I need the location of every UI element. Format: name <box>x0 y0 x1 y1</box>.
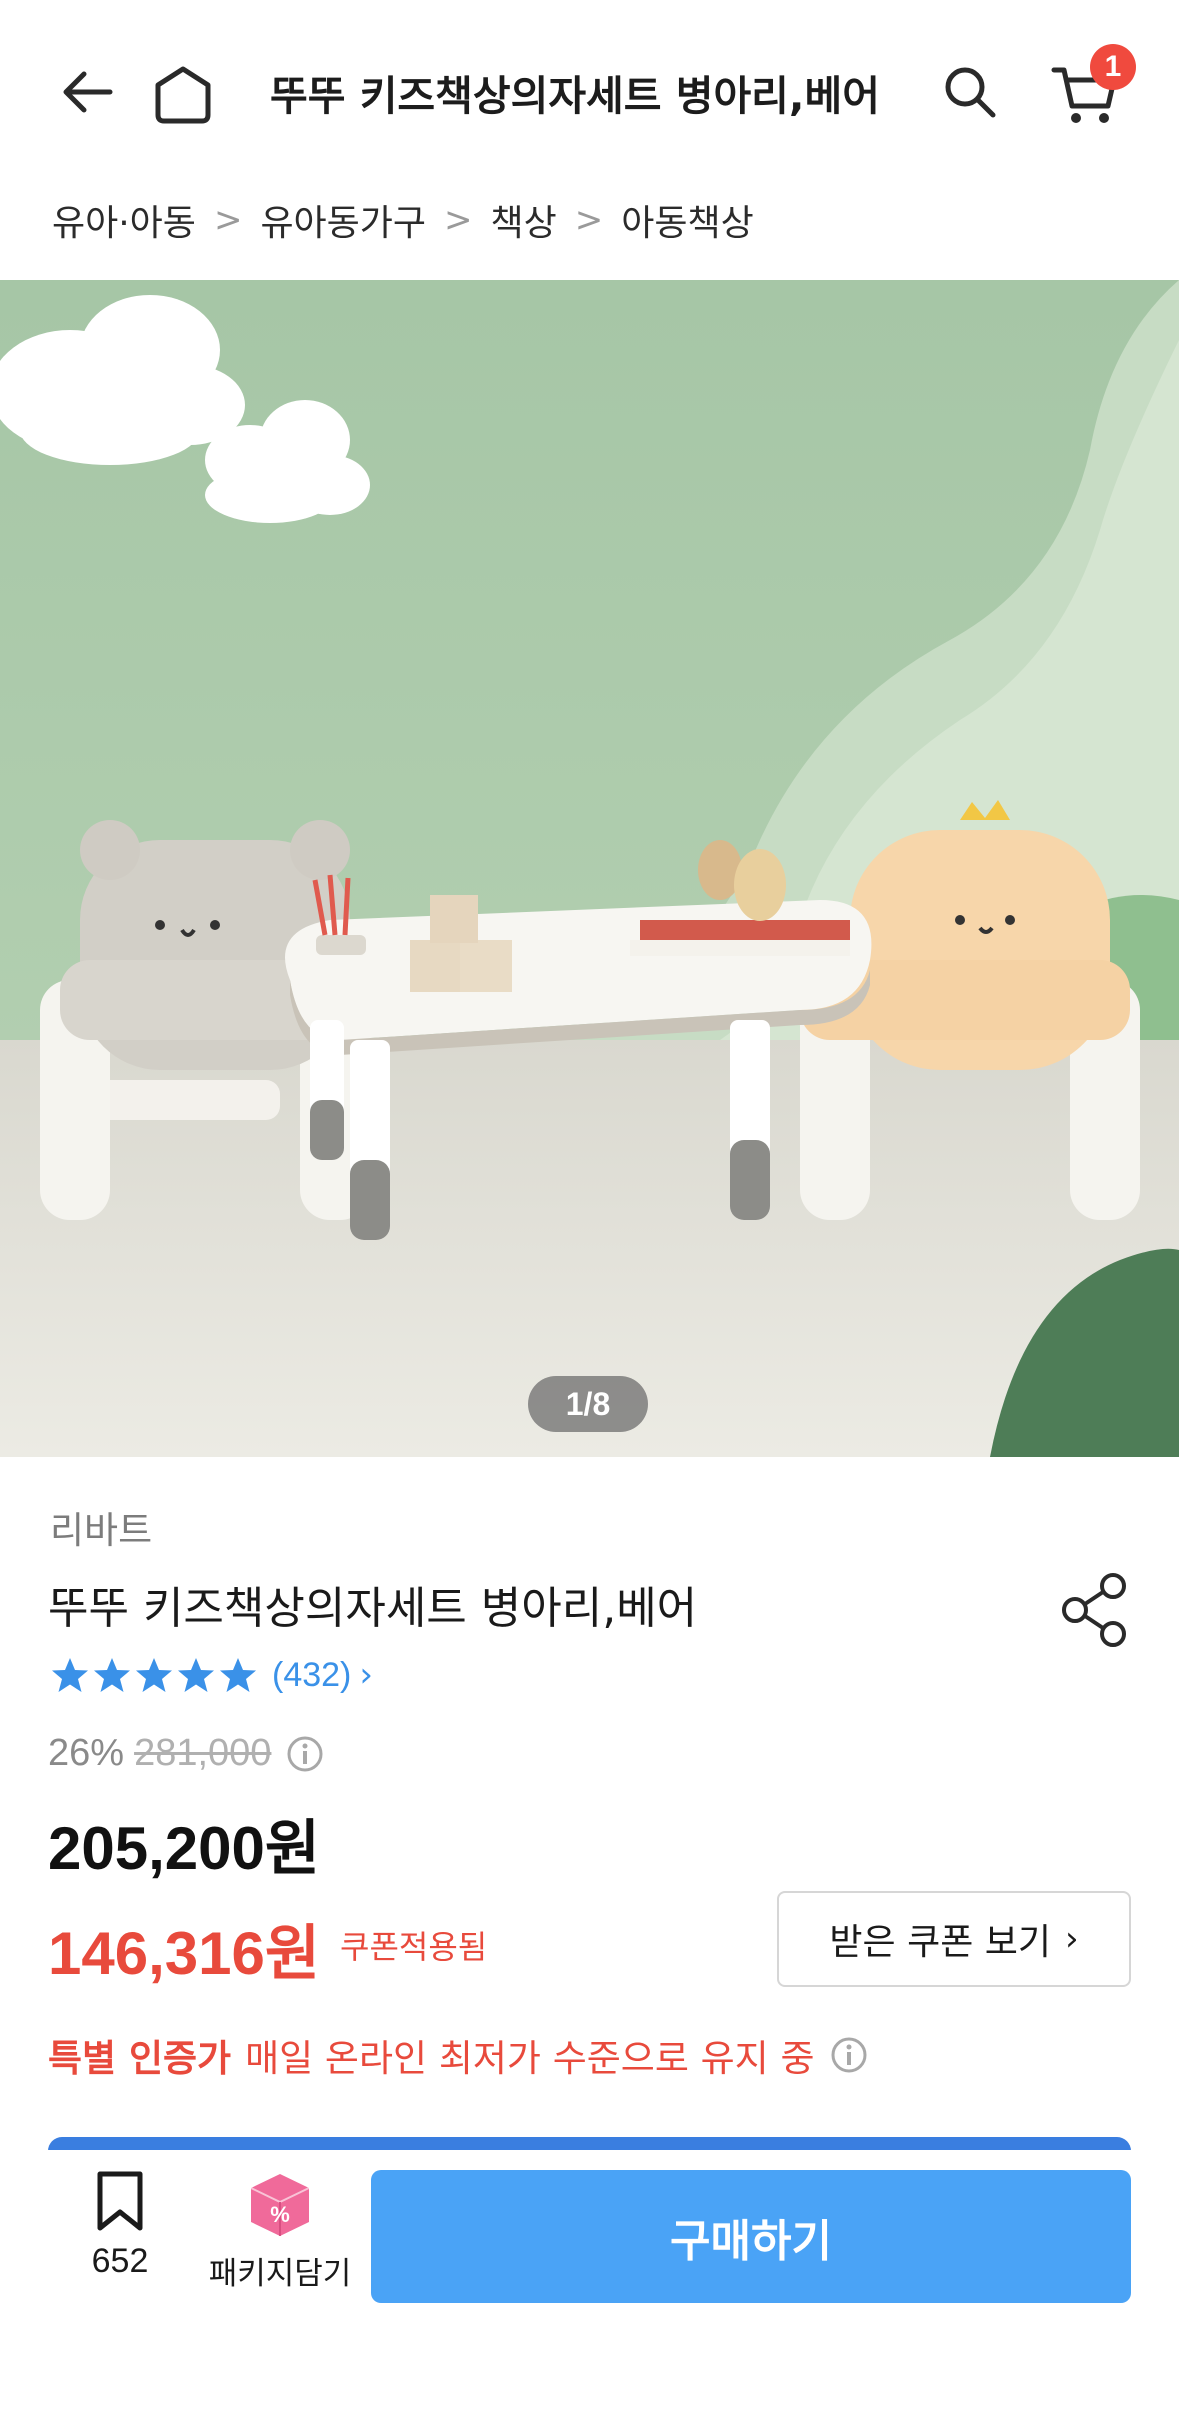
star-rating <box>50 1655 258 1695</box>
home-icon <box>155 66 210 123</box>
special-price-title: 특별 인증가 <box>48 2037 232 2080</box>
product-image-carousel[interactable] <box>0 280 1179 1457</box>
svg-text:%: % <box>270 2202 290 2227</box>
breadcrumb-item[interactable]: 책상 <box>491 194 557 246</box>
chevron-right-icon: › <box>359 1655 373 1695</box>
star-icon <box>178 1658 214 1692</box>
star-icon <box>52 1658 88 1692</box>
buy-button[interactable]: 구매하기 <box>371 2170 1131 2303</box>
package-label: 패키지담기 <box>208 2256 352 2292</box>
breadcrumb-item[interactable]: 유아·아동 <box>52 194 196 246</box>
product-image <box>0 280 1179 1457</box>
sale-price: 205,200원 <box>48 1815 321 1882</box>
info-icon[interactable] <box>829 2035 869 2075</box>
special-price-text: 매일 온라인 최저가 수준으로 유지 중 <box>245 2037 815 2080</box>
star-icon <box>94 1658 130 1692</box>
search-icon <box>945 67 996 118</box>
star-icon <box>220 1658 256 1692</box>
coupon-applied-label: 쿠폰적용됨 <box>340 1928 488 1966</box>
breadcrumb-separator: > <box>574 200 604 240</box>
brand-name[interactable]: 리바트 <box>50 1500 152 1554</box>
star-icon <box>136 1658 172 1692</box>
back-arrow-icon <box>63 71 113 113</box>
view-coupons-label: 받은 쿠폰 보기 <box>829 1922 1051 1963</box>
breadcrumb: 유아·아동 > 유아동가구 > 책상 > 아동책상 <box>52 190 754 250</box>
product-name: 뚜뚜 키즈책상의자세트 병아리,베어 <box>48 1583 698 1634</box>
breadcrumb-separator: > <box>444 200 473 240</box>
info-icon[interactable] <box>285 1734 325 1774</box>
original-price: 281,000 <box>134 1732 272 1774</box>
coupon-price: 146,316원 <box>48 1920 321 1987</box>
search-button[interactable] <box>930 52 1010 132</box>
breadcrumb-separator: > <box>213 200 243 240</box>
share-icon <box>1062 1573 1126 1647</box>
add-to-package-button[interactable]: % 패키지담기 <box>205 2170 355 2300</box>
bookmark-button[interactable]: 652 <box>70 2170 170 2290</box>
back-button[interactable] <box>48 52 128 132</box>
top-app-bar: 뚜뚜 키즈책상의자세트 병아리,베어 1 <box>0 0 1179 185</box>
package-box-icon: % <box>250 2174 310 2236</box>
breadcrumb-item[interactable]: 아동책상 <box>621 194 753 246</box>
discount-rate: 26% <box>48 1732 125 1774</box>
cart-count-badge: 1 <box>1090 44 1136 90</box>
review-count[interactable]: (432) <box>272 1656 351 1695</box>
rating-summary[interactable]: (432) › <box>50 1655 373 1695</box>
share-button[interactable] <box>1055 1570 1135 1650</box>
image-pager-indicator: 1/8 <box>528 1376 648 1432</box>
chevron-right-icon: › <box>1065 1919 1079 1959</box>
home-button[interactable] <box>140 52 225 137</box>
bookmark-count: 652 <box>91 2242 149 2280</box>
special-certified-price: 특별 인증가 매일 온라인 최저가 수준으로 유지 중 <box>48 2028 869 2082</box>
page-title: 뚜뚜 키즈책상의자세트 병아리,베어 <box>270 72 880 120</box>
bookmark-icon <box>97 2171 143 2231</box>
discount-line: 26% 281,000 <box>48 1732 325 1775</box>
breadcrumb-item[interactable]: 유아동가구 <box>260 194 426 246</box>
view-coupons-button[interactable]: 받은 쿠폰 보기 › <box>777 1891 1131 1987</box>
